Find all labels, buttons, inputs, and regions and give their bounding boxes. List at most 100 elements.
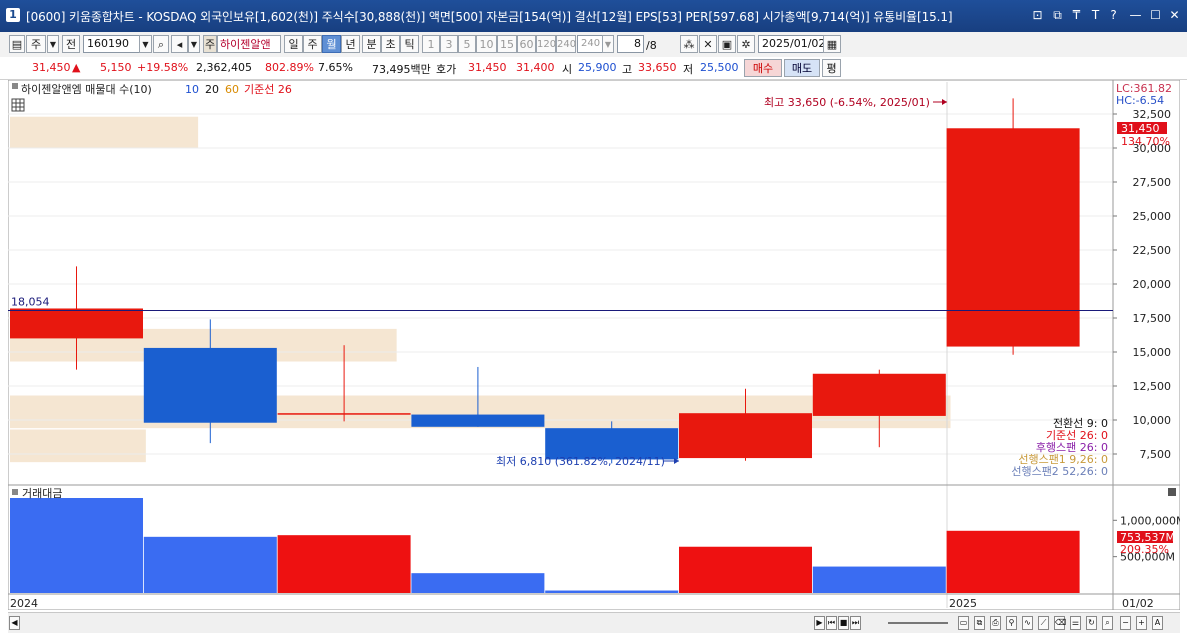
volume-bar[interactable] xyxy=(679,546,812,593)
duplicate-icon[interactable]: ⧉ xyxy=(1050,7,1065,23)
current-price-label: 31,450 xyxy=(1121,122,1160,135)
volume-bar[interactable] xyxy=(545,590,679,593)
speaker-icon[interactable]: ◂ xyxy=(171,35,188,53)
volume-bar[interactable] xyxy=(812,566,946,593)
stock-type-dropdown-icon[interactable]: ▼ xyxy=(47,35,59,53)
zoom-slider[interactable] xyxy=(888,622,948,624)
draw-icon[interactable]: ⚲ xyxy=(1006,616,1017,630)
volume-panel-label: 거래대금 xyxy=(22,487,62,500)
stock-code-input[interactable]: 160190 xyxy=(83,35,140,53)
stop-icon[interactable]: ■ xyxy=(838,616,849,630)
indicator-icon[interactable]: ⁂ xyxy=(680,35,698,53)
interval-5-button[interactable]: 5 xyxy=(458,35,476,53)
volume-bar[interactable] xyxy=(277,535,411,593)
price-tick-label: 17,500 xyxy=(1133,312,1172,325)
scroll-right-icon[interactable]: ▶ xyxy=(814,616,825,630)
period-tick-button[interactable]: 틱 xyxy=(400,35,419,53)
previous-button[interactable]: 전 xyxy=(62,35,80,53)
volume-panel-close-icon[interactable] xyxy=(1168,488,1176,496)
interval-240-button[interactable]: 240 xyxy=(556,35,576,53)
print-icon[interactable]: ⎙ xyxy=(990,616,1001,630)
eraser-icon[interactable]: ⌫ xyxy=(1054,616,1066,630)
price-tick-label: 15,000 xyxy=(1133,346,1172,359)
code-dropdown-icon[interactable]: ▼ xyxy=(139,35,152,53)
volume-ratio: 802.89% xyxy=(265,61,314,74)
candle-body[interactable] xyxy=(10,308,143,339)
search-icon[interactable]: ⌕ xyxy=(153,35,169,53)
layout-icon[interactable]: ⊡ xyxy=(1030,7,1045,23)
trend-icon[interactable]: ⟋ xyxy=(1038,616,1049,630)
title-bar: 1 [0600] 키움종합차트 - KOSDAQ 외국인보유[1,602(천)]… xyxy=(0,0,1187,32)
period-month-button[interactable]: 월 xyxy=(322,35,341,53)
maximize-button[interactable]: ☐ xyxy=(1148,7,1163,23)
save-icon[interactable]: ▣ xyxy=(718,35,736,53)
interval-10-button[interactable]: 10 xyxy=(476,35,497,53)
close-button[interactable]: ✕ xyxy=(1167,7,1182,23)
minimize-button[interactable]: — xyxy=(1128,7,1143,23)
period-year-button[interactable]: 년 xyxy=(341,35,360,53)
interval-60-button[interactable]: 60 xyxy=(517,35,536,53)
volume-bar[interactable] xyxy=(10,498,143,593)
help-icon[interactable]: ? xyxy=(1106,7,1121,23)
max-price-annotation: 최고 33,650 (-6.54%, 2025/01) xyxy=(764,96,930,109)
page-input[interactable]: 8 xyxy=(617,35,644,53)
font-icon[interactable]: A xyxy=(1152,616,1163,630)
legend-toggle-icon[interactable] xyxy=(12,83,18,89)
window-menu-icon[interactable]: ▤ xyxy=(9,35,25,53)
cycle-icon[interactable]: ↻ xyxy=(1086,616,1097,630)
price-tick-label: 10,000 xyxy=(1133,414,1172,427)
gear-icon[interactable]: ✲ xyxy=(737,35,755,53)
period-minute-button[interactable]: 분 xyxy=(362,35,381,53)
text-icon[interactable]: T xyxy=(1088,7,1103,23)
evaluate-button[interactable]: 평 xyxy=(822,59,841,77)
interval-1-button[interactable]: 1 xyxy=(422,35,440,53)
period-day-button[interactable]: 일 xyxy=(284,35,303,53)
compare-icon[interactable]: ✕ xyxy=(699,35,717,53)
period-week-button[interactable]: 주 xyxy=(303,35,322,53)
candle-body[interactable] xyxy=(277,413,411,415)
magnify-icon[interactable]: ⌕ xyxy=(1102,616,1113,630)
candle-body[interactable] xyxy=(812,373,946,416)
high-price: 33,650 xyxy=(638,61,677,74)
volume-legend-toggle-icon[interactable] xyxy=(12,489,18,495)
candle-body[interactable] xyxy=(143,347,277,423)
interval-count-input[interactable]: 240 xyxy=(577,35,603,53)
pattern-icon[interactable]: ⚌ xyxy=(1070,616,1081,630)
volume-bar[interactable] xyxy=(143,536,277,593)
ask-price: 31,450 xyxy=(468,61,507,74)
candle-body[interactable] xyxy=(946,128,1080,347)
interval-120-button[interactable]: 120 xyxy=(536,35,556,53)
sell-button[interactable]: 매도 xyxy=(784,59,820,77)
zoom-in-icon[interactable]: + xyxy=(1136,616,1147,630)
table-icon[interactable] xyxy=(11,98,25,112)
scroll-bar[interactable]: ◀ ▶ ⏮ ■ ⏭ ▭ ⧉ ⎙ ⚲ ∿ ⟋ ⌫ ⚌ ↻ ⌕ − + A xyxy=(8,612,1180,633)
wave-icon[interactable]: ∿ xyxy=(1022,616,1033,630)
speaker-dropdown-icon[interactable]: ▼ xyxy=(188,35,200,53)
stock-type-button[interactable]: 주 xyxy=(26,35,46,53)
zoom-out-icon[interactable]: − xyxy=(1120,616,1131,630)
x-label-2024: 2024 xyxy=(10,597,38,610)
volume-tick-label: 1,000,000M xyxy=(1120,514,1180,527)
bid-price: 31,400 xyxy=(516,61,555,74)
volume-bar[interactable] xyxy=(946,530,1080,593)
scroll-last-icon[interactable]: ⏭ xyxy=(850,616,861,630)
scroll-left-icon[interactable]: ◀ xyxy=(9,616,20,630)
interval-15-button[interactable]: 15 xyxy=(497,35,517,53)
candle-body[interactable] xyxy=(411,414,545,427)
zoom-tool-icon[interactable]: ▭ xyxy=(958,616,969,630)
volume-profile-band xyxy=(10,116,199,148)
candle-body[interactable] xyxy=(679,413,812,459)
volume-bar[interactable] xyxy=(411,573,545,593)
interval-dropdown-icon[interactable]: ▼ xyxy=(602,35,614,53)
scroll-first-icon[interactable]: ⏮ xyxy=(826,616,837,630)
copy-icon[interactable]: ⧉ xyxy=(974,616,985,630)
period-second-button[interactable]: 초 xyxy=(381,35,400,53)
pin-icon[interactable]: ₸ xyxy=(1069,7,1084,23)
price-chart-svg[interactable]: 7,500 10,000 12,500 15,000 17,500 20,000 22,50… xyxy=(7,79,1185,611)
buy-button[interactable]: 매수 xyxy=(744,59,782,77)
legend-ma10: 10 xyxy=(185,83,199,96)
interval-3-button[interactable]: 3 xyxy=(440,35,458,53)
calendar-icon[interactable]: ▦ xyxy=(823,35,841,53)
date-input[interactable]: 2025/01/02 xyxy=(758,35,825,53)
x-label-2025: 2025 xyxy=(949,597,977,610)
